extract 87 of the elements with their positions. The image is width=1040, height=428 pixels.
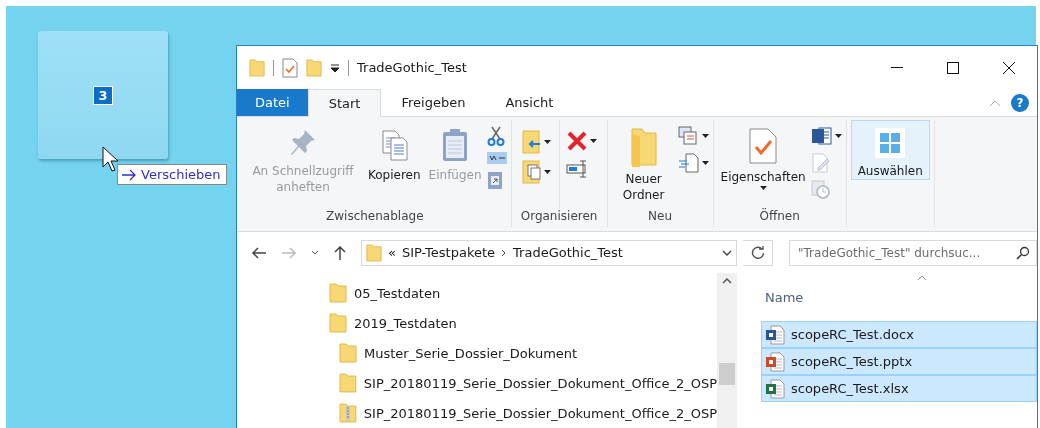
caret-icon: [543, 170, 551, 175]
file-name: scopeRC_Test.pptx: [791, 354, 913, 369]
file-row[interactable]: scopeRC_Test.xlsx: [761, 375, 1037, 402]
search-field[interactable]: "TradeGothic_Test" durchsuc...: [789, 239, 1037, 266]
caret-icon: [701, 134, 709, 139]
overflow-chevron[interactable]: «: [388, 245, 396, 261]
tree-item[interactable]: SIP_20180119_Serie_Dossier_Dokument_Office_2_OSP: [237, 398, 717, 428]
ribbon-tab[interactable]: Start: [307, 89, 382, 118]
chevron-down-icon: [311, 249, 319, 256]
new-folder-button[interactable]: Neuer Ordner: [611, 120, 676, 209]
tree-item[interactable]: Muster_Serie_Dossier_Dokument: [237, 338, 717, 368]
file-name: scopeRC_Test.xlsx: [791, 381, 909, 396]
powerpoint-document-icon: [765, 351, 785, 372]
scrollbar[interactable]: [717, 273, 737, 428]
copy-button[interactable]: Kopieren: [365, 120, 424, 209]
chevron-icon: [501, 248, 508, 257]
scroll-up-icon[interactable]: [722, 277, 732, 285]
caret-icon: [701, 161, 709, 166]
properties-button[interactable]: Eigenschaften: [717, 120, 809, 187]
cut-icon[interactable]: [486, 126, 507, 147]
up-arrow-icon: [333, 244, 347, 261]
forward-arrow-icon: [281, 245, 297, 260]
tree-item-label: SIP_20180119_Serie_Dossier_Dokument_Office_2_OSP: [363, 405, 717, 421]
file-name: scopeRC_Test.docx: [791, 327, 914, 342]
ribbon-tab[interactable]: Ansicht: [485, 89, 574, 117]
select-icon: [874, 127, 907, 160]
sort-ascending-icon: [917, 275, 927, 281]
word-app-icon[interactable]: [810, 126, 842, 147]
properties-icon: [748, 127, 779, 166]
dropdown-icon[interactable]: [722, 249, 733, 256]
select-button[interactable]: Auswählen: [850, 120, 930, 181]
ribbon-tab[interactable]: Freigeben: [381, 89, 486, 117]
customize-toolbar-icon[interactable]: [330, 62, 340, 73]
back-arrow-icon: [251, 245, 267, 260]
group-label: Organisieren: [520, 208, 598, 223]
zip-folder-icon: [339, 403, 357, 423]
word-document-icon: [765, 324, 785, 345]
arrow-icon: [121, 168, 137, 181]
tree-item-label: Muster_Serie_Dossier_Dokument: [364, 345, 578, 361]
refresh-button[interactable]: [743, 239, 774, 266]
group-label: Neu: [648, 208, 673, 223]
ribbon-tab[interactable]: Datei: [237, 89, 308, 117]
tree-item-label: 05_Testdaten: [354, 285, 441, 301]
caret-icon: [834, 134, 842, 139]
close-icon: [1003, 61, 1015, 74]
tree-item-label: SIP_20180119_Serie_Dossier_Dokument_Office_2_OSP: [363, 375, 717, 391]
column-header[interactable]: Name: [761, 273, 1037, 313]
scroll-thumb[interactable]: [719, 363, 735, 385]
file-row[interactable]: scopeRC_Test.pptx: [761, 348, 1037, 375]
caret-icon: [759, 186, 767, 191]
caret-icon: [543, 140, 551, 145]
folder-icon: [329, 313, 347, 333]
minimize-icon: [891, 66, 903, 69]
file-row[interactable]: scopeRC_Test.docx: [761, 321, 1037, 348]
delete-icon[interactable]: [565, 130, 597, 153]
folder-icon: [339, 373, 357, 393]
collapse-ribbon-icon[interactable]: [989, 98, 1001, 107]
folder-icon: [366, 242, 382, 263]
new-folder-icon: [629, 127, 658, 168]
maximize-icon: [947, 61, 959, 74]
new-folder-icon: [306, 57, 322, 78]
breadcrumb[interactable]: TradeGothic_Test: [513, 245, 623, 261]
window-title: TradeGothic_Test: [357, 60, 467, 75]
item-count-badge: 3: [93, 85, 113, 105]
group-label: Zwischenablage: [326, 208, 424, 223]
folder-icon: [249, 57, 265, 78]
help-icon[interactable]: ?: [1011, 93, 1029, 112]
copy-path-icon[interactable]: [486, 152, 507, 165]
copy-to-icon[interactable]: [521, 160, 551, 185]
excel-document-icon: [765, 378, 785, 399]
search-icon: [1016, 245, 1030, 260]
move-to-icon[interactable]: [521, 130, 551, 155]
new-item-icon[interactable]: [677, 126, 709, 147]
tooltip-text: Verschieben: [141, 167, 221, 182]
folder-icon: [339, 343, 357, 363]
tree-item[interactable]: 05_Testdaten: [237, 278, 717, 308]
caret-icon: [589, 139, 597, 144]
tree-item[interactable]: SIP_20180119_Serie_Dossier_Dokument_Office_2_OSP: [237, 368, 717, 398]
refresh-icon: [750, 245, 765, 260]
tree-item[interactable]: 2019_Testdaten: [237, 308, 717, 338]
properties-icon[interactable]: [282, 57, 298, 78]
easy-access-icon[interactable]: [677, 152, 709, 175]
group-label: Öffnen: [759, 208, 800, 223]
breadcrumb[interactable]: SIP-Testpakete: [401, 245, 496, 261]
tree-item-label: 2019_Testdaten: [354, 315, 457, 331]
address-bar[interactable]: « SIP-Testpakete TradeGothic_Test: [361, 239, 738, 266]
folder-icon: [329, 283, 347, 303]
